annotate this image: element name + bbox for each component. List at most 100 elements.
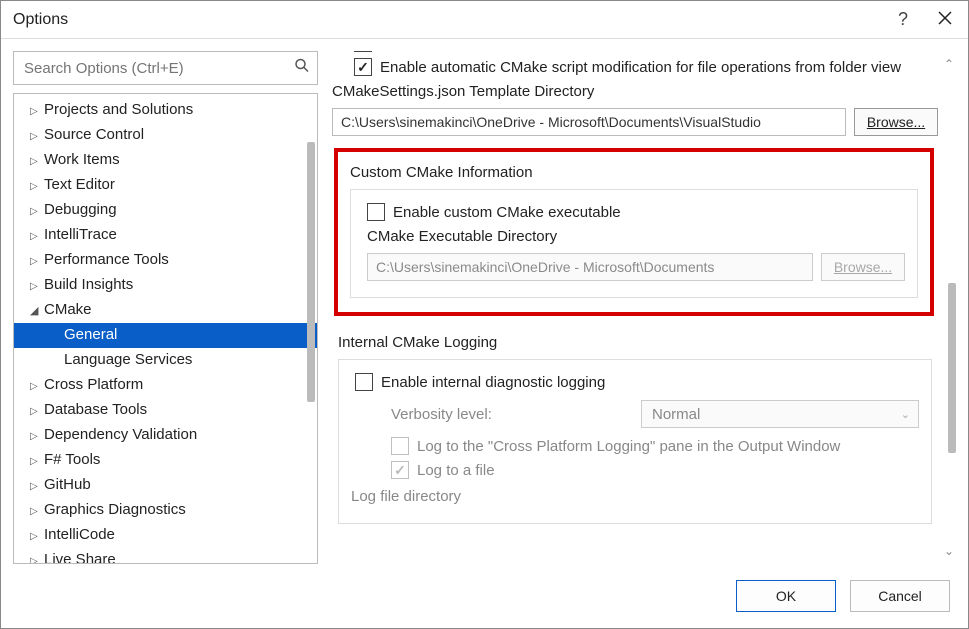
exec-dir-input: C:\Users\sinemakinci\OneDrive - Microsof… [367, 253, 813, 281]
chevron-down-icon: ⌄ [901, 408, 910, 421]
template-dir-label: CMakeSettings.json Template Directory [332, 79, 938, 106]
tree-item-label: General [64, 326, 117, 343]
tree-item-label: IntelliCode [44, 526, 115, 543]
caret-right-icon: ▷ [30, 200, 44, 223]
tree-item-performance-tools[interactable]: ▷Performance Tools [14, 248, 317, 273]
log-file-row: Log to a file [351, 458, 919, 482]
dialog-footer: OK Cancel [1, 576, 968, 628]
titlebar: Options ? [1, 1, 968, 39]
tree-item-label: Cross Platform [44, 376, 143, 393]
tree-item-label: Build Insights [44, 276, 133, 293]
tree-item-debugging[interactable]: ▷Debugging [14, 198, 317, 223]
caret-right-icon: ▷ [30, 100, 44, 123]
close-icon [938, 11, 952, 25]
custom-cmake-highlight: Custom CMake Information Enable custom C… [334, 148, 934, 316]
auto-modification-label: Enable automatic CMake script modificati… [380, 59, 901, 76]
tree-item-intellitrace[interactable]: ▷IntelliTrace [14, 223, 317, 248]
auto-modification-checkbox[interactable] [354, 58, 372, 76]
tree-item-label: Dependency Validation [44, 426, 197, 443]
auto-modification-row: Enable automatic CMake script modificati… [332, 55, 938, 79]
caret-right-icon: ▷ [30, 425, 44, 448]
tree-item-cross-platform[interactable]: ▷Cross Platform [14, 373, 317, 398]
options-window: Options ? ▷Projects and Solutions▷Source… [0, 0, 969, 629]
tree-item-text-editor[interactable]: ▷Text Editor [14, 173, 317, 198]
search-input[interactable] [13, 51, 318, 85]
tree-item-label: Work Items [44, 151, 120, 168]
tree-item-label: Source Control [44, 126, 144, 143]
tree-item-label: Graphics Diagnostics [44, 501, 186, 518]
exec-dir-row: C:\Users\sinemakinci\OneDrive - Microsof… [363, 251, 905, 285]
caret-right-icon: ▷ [30, 525, 44, 548]
scroll-down-icon[interactable]: ⌄ [944, 544, 954, 558]
close-button[interactable] [934, 9, 956, 30]
tree-item-label: IntelliTrace [44, 226, 117, 243]
caret-right-icon: ▷ [30, 225, 44, 248]
tree-item-f-tools[interactable]: ▷F# Tools [14, 448, 317, 473]
caret-right-icon: ▷ [30, 450, 44, 473]
verbose-output-label: Enable verbose CMake output [380, 51, 582, 52]
tree-item-label: Debugging [44, 201, 117, 218]
verbosity-row: Verbosity level: Normal ⌄ [351, 394, 919, 434]
tree-item-live-share[interactable]: ▷Live Share [14, 548, 317, 564]
log-file-dir-label: Log file directory [351, 482, 919, 511]
help-button[interactable]: ? [898, 9, 908, 30]
tree-item-language-services[interactable]: ▷Language Services [14, 348, 317, 373]
tree-item-build-insights[interactable]: ▷Build Insights [14, 273, 317, 298]
ok-button[interactable]: OK [736, 580, 836, 612]
tree-item-graphics-diagnostics[interactable]: ▷Graphics Diagnostics [14, 498, 317, 523]
window-title: Options [13, 11, 898, 29]
tree-item-label: GitHub [44, 476, 91, 493]
template-dir-browse-button[interactable]: Browse... [854, 108, 938, 136]
verbosity-select[interactable]: Normal ⌄ [641, 400, 919, 428]
tree-item-label: CMake [44, 301, 92, 318]
custom-cmake-group: Enable custom CMake executable CMake Exe… [350, 189, 918, 298]
tree-item-database-tools[interactable]: ▷Database Tools [14, 398, 317, 423]
tree-item-dependency-validation[interactable]: ▷Dependency Validation [14, 423, 317, 448]
tree-item-intellicode[interactable]: ▷IntelliCode [14, 523, 317, 548]
caret-right-icon: ▷ [30, 400, 44, 423]
custom-cmake-group-title: Custom CMake Information [350, 160, 918, 189]
tree-item-projects-and-solutions[interactable]: ▷Projects and Solutions [14, 98, 317, 123]
log-file-label: Log to a file [417, 462, 495, 479]
verbose-output-checkbox[interactable] [354, 51, 372, 52]
caret-right-icon: ▷ [30, 250, 44, 273]
log-pane-row: Log to the "Cross Platform Logging" pane… [351, 434, 919, 458]
caret-right-icon: ▷ [30, 500, 44, 523]
dialog-body: ▷Projects and Solutions▷Source Control▷W… [1, 39, 968, 576]
cancel-button[interactable]: Cancel [850, 580, 950, 612]
tree-item-label: Performance Tools [44, 251, 169, 268]
caret-right-icon: ▷ [30, 475, 44, 498]
exec-dir-browse-button: Browse... [821, 253, 905, 281]
tree-item-label: Projects and Solutions [44, 101, 193, 118]
logging-group-title: Internal CMake Logging [332, 330, 938, 359]
tree-item-label: Language Services [64, 351, 192, 368]
tree-item-label: Text Editor [44, 176, 115, 193]
enable-diag-checkbox[interactable] [355, 373, 373, 391]
tree-scrollbar-thumb[interactable] [307, 142, 315, 402]
tree-item-cmake[interactable]: ◢CMake [14, 298, 317, 323]
log-pane-label: Log to the "Cross Platform Logging" pane… [417, 438, 840, 455]
verbosity-label: Verbosity level: [391, 406, 621, 423]
template-dir-row: C:\Users\sinemakinci\OneDrive - Microsof… [332, 106, 938, 140]
enable-custom-label: Enable custom CMake executable [393, 204, 621, 221]
exec-dir-label: CMake Executable Directory [363, 224, 905, 251]
enable-custom-checkbox[interactable] [367, 203, 385, 221]
caret-right-icon: ▷ [30, 275, 44, 298]
enable-diag-row: Enable internal diagnostic logging [351, 370, 919, 394]
template-dir-input[interactable]: C:\Users\sinemakinci\OneDrive - Microsof… [332, 108, 846, 136]
logging-group: Enable internal diagnostic logging Verbo… [338, 359, 932, 524]
tree-item-label: Live Share [44, 551, 116, 564]
tree-item-general[interactable]: ▷General [14, 323, 317, 348]
caret-down-icon: ◢ [30, 300, 44, 323]
caret-right-icon: ▷ [30, 375, 44, 398]
right-pane: ⌃ ⌄ Enable verbose CMake output Enable a… [332, 51, 956, 564]
scroll-up-icon[interactable]: ⌃ [944, 57, 954, 71]
search-wrap [13, 51, 318, 85]
category-tree[interactable]: ▷Projects and Solutions▷Source Control▷W… [13, 93, 318, 564]
tree-item-source-control[interactable]: ▷Source Control [14, 123, 317, 148]
content-scrollbar-thumb[interactable] [948, 283, 956, 453]
caret-right-icon: ▷ [30, 125, 44, 148]
tree-item-work-items[interactable]: ▷Work Items [14, 148, 317, 173]
settings-content: Enable verbose CMake output Enable autom… [332, 51, 938, 564]
tree-item-github[interactable]: ▷GitHub [14, 473, 317, 498]
